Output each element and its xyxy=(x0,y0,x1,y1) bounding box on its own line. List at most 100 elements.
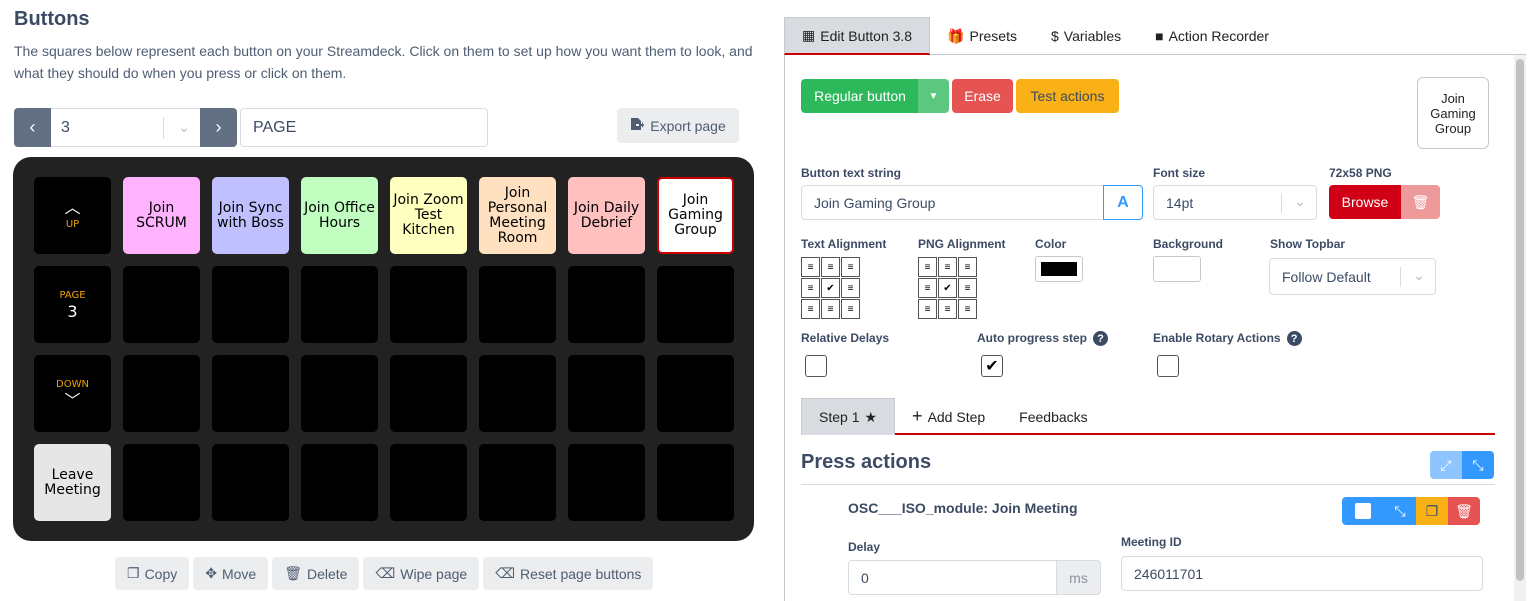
tab-feedbacks[interactable]: Feedbacks xyxy=(1002,398,1104,435)
font-size-select[interactable]: 14pt ⌄ xyxy=(1153,185,1317,220)
delay-input[interactable]: 0 xyxy=(848,560,1058,595)
key-empty[interactable] xyxy=(568,266,645,343)
key-empty[interactable] xyxy=(657,266,734,343)
show-topbar-select[interactable]: Follow Default ⌄ xyxy=(1269,258,1436,295)
action-collapse-button[interactable]: ⤡ xyxy=(1384,497,1416,525)
key-empty[interactable] xyxy=(390,266,467,343)
key-empty[interactable] xyxy=(123,355,200,432)
align-top-right[interactable]: ≡ xyxy=(841,257,860,277)
key-empty[interactable] xyxy=(301,444,378,521)
reset-page-buttons-button[interactable]: ⌫ Reset page buttons xyxy=(483,557,654,590)
scrollbar-thumb[interactable] xyxy=(1516,59,1524,581)
export-page-button[interactable]: Export page xyxy=(617,108,739,143)
key-join-scrum[interactable]: Join SCRUM xyxy=(123,177,200,254)
key-down[interactable]: DOWN ﹀ xyxy=(34,355,111,432)
png-align-bottom-left[interactable]: ≡ xyxy=(918,299,937,319)
clear-png-button[interactable]: 🗑 xyxy=(1401,185,1440,219)
key-empty[interactable] xyxy=(657,355,734,432)
wipe-page-button[interactable]: ⌫ Wipe page xyxy=(363,557,480,590)
key-empty[interactable] xyxy=(390,355,467,432)
browse-button[interactable]: Browse xyxy=(1329,185,1401,219)
test-actions-button[interactable]: Test actions xyxy=(1016,79,1119,113)
tab-variables[interactable]: $ Variables xyxy=(1034,17,1138,55)
tab-edit-button[interactable]: ▦ Edit Button 3.8 xyxy=(784,17,931,55)
key-empty[interactable] xyxy=(212,444,289,521)
png-align-middle-left[interactable]: ≡ xyxy=(918,278,937,298)
align-top-center[interactable]: ≡ xyxy=(821,257,840,277)
action-duplicate-button[interactable]: ❐ xyxy=(1416,497,1448,525)
prev-page-button[interactable]: ‹ xyxy=(14,108,51,147)
png-align-top-center[interactable]: ≡ xyxy=(938,257,957,277)
action-delete-button[interactable]: 🗑 xyxy=(1448,497,1480,525)
key-empty[interactable] xyxy=(212,266,289,343)
key-join-office-hours[interactable]: Join Office Hours xyxy=(301,177,378,254)
page-name-input[interactable]: PAGE xyxy=(240,108,488,147)
move-button[interactable]: ✥ Move xyxy=(193,557,269,590)
png-align-bottom-right[interactable]: ≡ xyxy=(958,299,977,319)
step-label: Step 1 xyxy=(819,409,860,425)
png-align-middle-right[interactable]: ≡ xyxy=(958,278,977,298)
key-leave-meeting[interactable]: Leave Meeting xyxy=(34,444,111,521)
key-empty[interactable] xyxy=(568,444,645,521)
align-top-left[interactable]: ≡ xyxy=(801,257,820,277)
auto-progress-label-wrap: Auto progress step? xyxy=(977,331,1109,347)
key-empty[interactable] xyxy=(568,355,645,432)
align-middle-right[interactable]: ≡ xyxy=(841,278,860,298)
key-empty[interactable] xyxy=(123,444,200,521)
key-empty[interactable] xyxy=(301,266,378,343)
expand-all-button[interactable]: ⤢ xyxy=(1430,451,1462,479)
scrollbar[interactable] xyxy=(1514,55,1526,601)
next-page-button[interactable]: › xyxy=(200,108,237,147)
button-type-caret[interactable]: ▼ xyxy=(918,79,949,113)
key-empty[interactable] xyxy=(123,266,200,343)
collapse-all-button[interactable]: ⤡ xyxy=(1462,451,1494,479)
tab-add-step[interactable]: + Add Step xyxy=(895,398,1002,435)
auto-progress-checkbox[interactable]: ✔ xyxy=(981,355,1003,377)
help-icon[interactable]: ? xyxy=(1093,331,1109,347)
font-icon-button[interactable]: A xyxy=(1103,185,1143,220)
browse-label: Browse xyxy=(1341,194,1389,210)
delete-button[interactable]: 🗑 Delete xyxy=(272,557,360,590)
key-empty[interactable] xyxy=(301,355,378,432)
tab-action-recorder[interactable]: ■ Action Recorder xyxy=(1138,17,1286,55)
key-join-gaming-group[interactable]: Join Gaming Group xyxy=(657,177,734,254)
copy-button[interactable]: ❐ Copy xyxy=(115,557,190,590)
page-select[interactable]: 3 ⌄ xyxy=(51,108,200,147)
key-empty[interactable] xyxy=(390,444,467,521)
chevron-up-icon: ︿ xyxy=(64,198,81,217)
key-empty[interactable] xyxy=(657,444,734,521)
tab-presets[interactable]: 🎁 Presets xyxy=(930,17,1034,55)
key-page[interactable]: PAGE 3 xyxy=(34,266,111,343)
regular-button-dropdown[interactable]: Regular button xyxy=(801,79,919,113)
action-enable-toggle[interactable] xyxy=(1342,497,1384,525)
button-text-input[interactable]: Join Gaming Group xyxy=(801,185,1105,220)
enable-rotary-checkbox[interactable] xyxy=(1157,355,1179,377)
meeting-id-input[interactable]: 246011701 xyxy=(1121,556,1483,591)
align-bottom-center[interactable]: ≡ xyxy=(821,299,840,319)
color-picker[interactable] xyxy=(1035,256,1083,282)
png-align-middle-center[interactable]: ✔ xyxy=(938,278,957,298)
key-empty[interactable] xyxy=(212,355,289,432)
key-empty[interactable] xyxy=(479,355,556,432)
relative-delays-checkbox[interactable] xyxy=(805,355,827,377)
align-middle-center[interactable]: ✔ xyxy=(821,278,840,298)
compress-icon: ⤡ xyxy=(1394,502,1406,519)
align-middle-left[interactable]: ≡ xyxy=(801,278,820,298)
key-up[interactable]: ︿ UP xyxy=(34,177,111,254)
tab-step-1[interactable]: Step 1 ★ xyxy=(801,398,896,435)
key-join-personal-meeting-room[interactable]: Join Personal Meeting Room xyxy=(479,177,556,254)
erase-button[interactable]: Erase xyxy=(952,79,1013,113)
png-align-bottom-center[interactable]: ≡ xyxy=(938,299,957,319)
key-empty[interactable] xyxy=(479,444,556,521)
key-join-zoom-test-kitchen[interactable]: Join Zoom Test Kitchen xyxy=(390,177,467,254)
color-label: Color xyxy=(1035,237,1067,251)
align-bottom-left[interactable]: ≡ xyxy=(801,299,820,319)
key-empty[interactable] xyxy=(479,266,556,343)
png-align-top-right[interactable]: ≡ xyxy=(958,257,977,277)
help-icon[interactable]: ? xyxy=(1286,331,1302,347)
key-join-daily-debrief[interactable]: Join Daily Debrief xyxy=(568,177,645,254)
png-align-top-left[interactable]: ≡ xyxy=(918,257,937,277)
align-bottom-right[interactable]: ≡ xyxy=(841,299,860,319)
background-picker[interactable] xyxy=(1153,256,1201,282)
key-join-sync-with-boss[interactable]: Join Sync with Boss xyxy=(212,177,289,254)
